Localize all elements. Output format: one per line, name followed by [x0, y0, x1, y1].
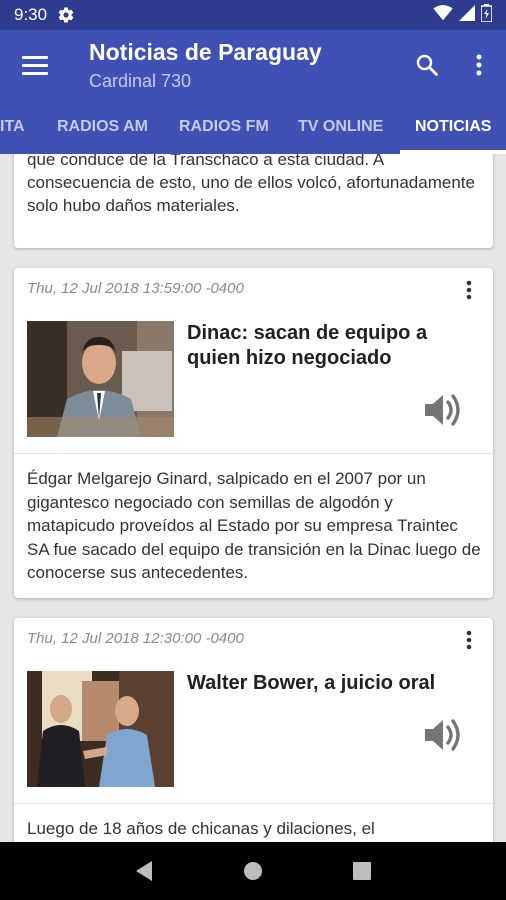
app-title: Noticias de Paraguay: [89, 39, 322, 65]
card-title: Walter Bower, a juicio oral: [187, 672, 436, 694]
tab-radios-am[interactable]: RADIOS AM: [57, 100, 148, 154]
wifi-icon: [433, 4, 453, 26]
speaker-icon[interactable]: [421, 715, 465, 755]
news-card[interactable]: que conduce de la Transchaco a esta ciud…: [14, 154, 493, 248]
speaker-icon[interactable]: [421, 390, 465, 430]
news-list[interactable]: que conduce de la Transchaco a esta ciud…: [0, 154, 506, 842]
card-image: [27, 321, 174, 437]
more-vert-icon[interactable]: [466, 50, 492, 80]
card-title: Dinac: sacan de equipo a quien hizo nego…: [187, 322, 428, 369]
card-image: [27, 671, 174, 787]
menu-icon[interactable]: [18, 51, 52, 79]
signal-icon: [459, 4, 475, 26]
card-description: que conduce de la Transchaco a esta ciud…: [27, 154, 475, 215]
card-date: Thu, 12 Jul 2018 12:30:00 -0400: [27, 630, 244, 647]
search-icon[interactable]: [412, 50, 442, 80]
home-icon[interactable]: [233, 851, 273, 891]
settings-icon: [57, 6, 75, 24]
status-icons: [433, 3, 493, 27]
card-description: Édgar Melgarejo Ginard, salpicado en el …: [27, 469, 481, 582]
tab-bar: ITA RADIOS AM RADIOS FM TV ONLINE NOTICI…: [0, 100, 506, 154]
tab-radios-fm[interactable]: RADIOS FM: [179, 100, 269, 154]
tab-tv-online[interactable]: TV ONLINE: [298, 100, 383, 154]
status-time: 9:30: [14, 5, 48, 24]
card-divider: [14, 453, 493, 454]
status-bar: 9:30: [0, 0, 506, 30]
app-subtitle: Cardinal 730: [89, 71, 192, 91]
recents-icon[interactable]: [342, 851, 382, 891]
card-divider: [14, 803, 493, 804]
card-description: Luego de 18 años de chicanas y dilacione…: [27, 819, 375, 838]
news-card[interactable]: Thu, 12 Jul 2018 12:30:00 -0400 Walter B…: [14, 618, 493, 842]
back-icon[interactable]: [124, 851, 164, 891]
news-card[interactable]: Thu, 12 Jul 2018 13:59:00 -0400 Dinac: s…: [14, 268, 493, 598]
system-nav-bar: [0, 842, 506, 900]
battery-icon: [480, 3, 493, 27]
card-date: Thu, 12 Jul 2018 13:59:00 -0400: [27, 280, 244, 297]
tab-ita[interactable]: ITA: [0, 100, 25, 154]
card-more-icon[interactable]: [459, 628, 479, 652]
tab-noticias[interactable]: NOTICIAS: [415, 100, 491, 154]
app-bar: Noticias de Paraguay Cardinal 730: [0, 30, 506, 100]
card-more-icon[interactable]: [459, 278, 479, 302]
